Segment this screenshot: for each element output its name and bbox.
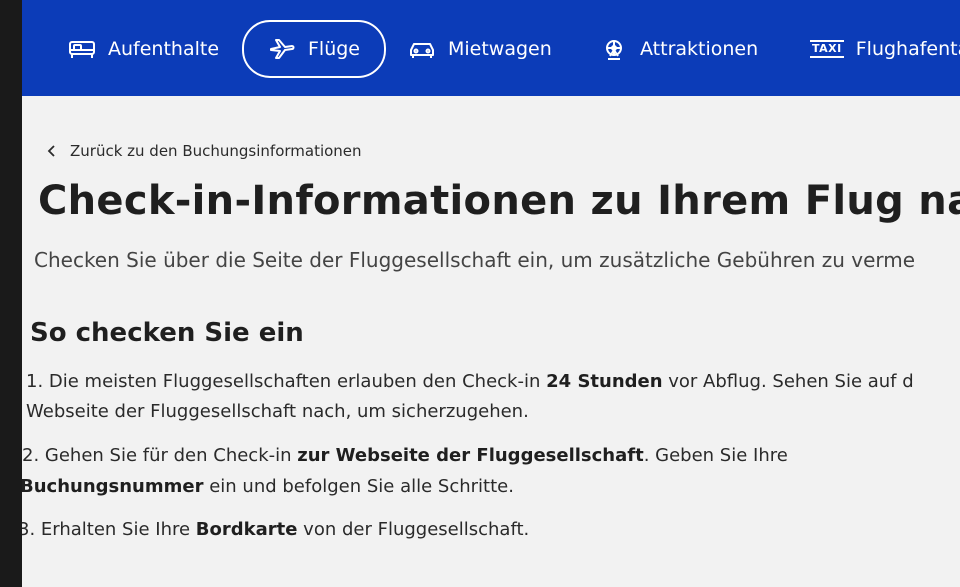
step-1-line-2: Webseite der Fluggesellschaft nach, um s…	[26, 401, 529, 422]
page-subtitle: Checken Sie über die Seite der Fluggesel…	[34, 248, 916, 272]
page-title: Check-in-Informationen zu Ihrem Flug na	[38, 178, 960, 224]
nav-item-flughafentaxi[interactable]: TAXI Flughafenta	[810, 22, 960, 76]
taxi-icon: TAXI	[810, 40, 844, 58]
section-title: So checken Sie ein	[30, 318, 304, 348]
nav-item-fluege[interactable]: Flüge	[242, 20, 386, 78]
nav-item-label: Mietwagen	[448, 38, 552, 60]
bed-icon	[69, 41, 95, 58]
step-1-line-1: 1. Die meisten Fluggesellschaften erlaub…	[26, 371, 914, 392]
nav-item-attraktionen[interactable]: Attraktionen	[600, 22, 758, 76]
chevron-left-icon	[47, 145, 55, 157]
nav-item-label: Flughafenta	[855, 38, 960, 60]
attractions-icon	[606, 40, 622, 60]
nav-item-aufenthalte[interactable]: Aufenthalte	[68, 22, 219, 76]
plane-icon	[270, 39, 295, 59]
nav-item-label: Aufenthalte	[108, 38, 220, 60]
nav-item-mietwagen[interactable]: Mietwagen	[408, 22, 552, 76]
car-icon	[410, 43, 434, 58]
step-2-line-1: 2. Gehen Sie für den Check-in zur Websei…	[22, 445, 788, 466]
browser-viewport: Aufenthalte Flüge Mietwagen Attraktionen…	[22, 0, 960, 587]
nav-item-label: Attraktionen	[640, 38, 759, 60]
back-link-label: Zurück zu den Buchungsinformationen	[70, 142, 362, 160]
step-2-line-2: Buchungsnummer ein und befolgen Sie alle…	[22, 476, 514, 497]
back-to-booking-link[interactable]: Zurück zu den Buchungsinformationen	[46, 142, 362, 160]
step-3: 3. Erhalten Sie Ihre Bordkarte von der F…	[22, 519, 530, 540]
top-navigation: Aufenthalte Flüge Mietwagen Attraktionen…	[22, 0, 960, 96]
nav-item-label: Flüge	[308, 38, 360, 60]
